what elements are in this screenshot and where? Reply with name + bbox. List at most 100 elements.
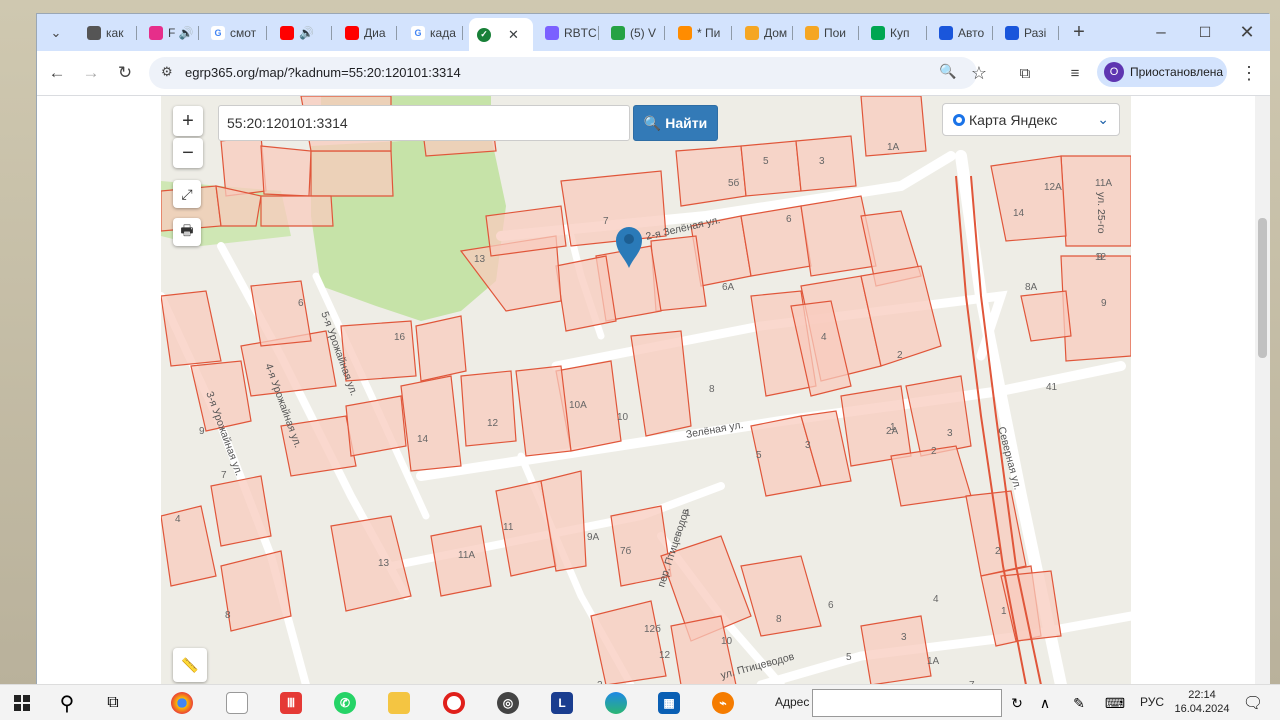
store-icon[interactable]: ▦	[652, 689, 686, 717]
parcel-number: 8	[709, 384, 715, 395]
map-layer-select[interactable]: Карта Яндекс ⌄	[942, 103, 1120, 136]
maximize-button[interactable]: ☐	[1191, 18, 1219, 46]
parcel	[860, 615, 932, 685]
tab-label: Дом	[764, 26, 788, 40]
parcel-number: 12	[487, 418, 499, 429]
pen-icon[interactable]: ✎	[1062, 689, 1096, 717]
tab-13[interactable]: Авто	[931, 20, 993, 46]
parcel	[161, 505, 217, 587]
parcel-number: 7б	[620, 546, 632, 557]
favicon-icon: G	[211, 26, 225, 40]
tab-2[interactable]: Gсмот	[203, 20, 267, 46]
cadastral-search-input[interactable]: 55:20:120101:3314	[218, 105, 630, 141]
cadastral-map[interactable]: 5 3 1A 5б 7 6 13 6A 4 2 16 8 10A 10 12 14 6 9 9 7 1 3 2 5 3 4 11 11…	[161, 96, 1131, 685]
opera-icon[interactable]	[437, 689, 471, 717]
parcel	[740, 205, 812, 277]
scrollbar-thumb[interactable]	[1258, 218, 1267, 358]
tab-14[interactable]: Разі	[997, 20, 1059, 46]
parcel-number: 12б	[644, 624, 661, 635]
extensions-icon[interactable]: ⧉	[1011, 59, 1039, 87]
close-tab-icon[interactable]: ✕	[508, 27, 519, 43]
tab-0[interactable]: как	[79, 20, 137, 46]
parcel-number: 14	[1013, 208, 1025, 219]
address-bar[interactable]: ⚙ egrp365.org/map/?kadnum=55:20:120101:3…	[149, 57, 977, 89]
app-orange-icon[interactable]: ⌁	[706, 689, 740, 717]
forward-icon[interactable]: →	[77, 59, 105, 87]
new-tab-button[interactable]: +	[1065, 18, 1093, 46]
parcel-number: 12	[659, 650, 671, 661]
chrome-taskbar-icon[interactable]	[165, 689, 199, 717]
edge-icon[interactable]	[599, 689, 633, 717]
file-explorer-icon[interactable]	[382, 689, 416, 717]
app-l-icon[interactable]: L	[545, 689, 579, 717]
tray-expand-icon[interactable]: ∧	[1028, 689, 1062, 717]
tab-12[interactable]: Куп	[863, 20, 927, 46]
parcel-number: 6	[786, 214, 792, 225]
notifications-icon[interactable]: 🗨	[1236, 689, 1270, 717]
print-icon[interactable]: 🖶	[173, 218, 201, 246]
app-red-icon[interactable]: Ⅲ	[274, 689, 308, 717]
close-window-button[interactable]: ✕	[1233, 18, 1261, 46]
page-scrollbar[interactable]	[1255, 96, 1270, 685]
parcel-number: 6A	[722, 282, 735, 293]
keyboard-icon[interactable]: ⌨	[1098, 689, 1132, 717]
zoom-out-button[interactable]: −	[173, 138, 203, 168]
parcel-number: 12A	[1044, 182, 1062, 193]
tab-label: как	[106, 26, 124, 40]
parcel-number: 3	[947, 428, 953, 439]
whatsapp-icon[interactable]: ✆	[328, 689, 362, 717]
profile-button[interactable]: О Приостановлена	[1097, 57, 1227, 87]
tab-1[interactable]: F 🔊	[141, 20, 199, 46]
parcel	[590, 600, 667, 685]
page-content: 5 3 1A 5б 7 6 13 6A 4 2 16 8 10A 10 12 14 6 9 9 7 1 3 2 5 3 4 11 11…	[37, 96, 1270, 685]
tab-8[interactable]: (5) V	[603, 20, 665, 46]
media-control-icon[interactable]: ≡	[1061, 59, 1089, 87]
app-spiral-icon[interactable]: ◎	[491, 689, 525, 717]
tab-label: Диа	[364, 26, 386, 40]
tab-label: када	[430, 26, 456, 40]
task-view-icon[interactable]: ⧉	[96, 689, 130, 717]
tab-6[interactable]: ✓ ✕	[469, 18, 533, 51]
tab-10[interactable]: Дом	[737, 20, 793, 46]
find-button[interactable]: 🔍 Найти	[633, 105, 718, 141]
parcel-number: 7	[603, 216, 609, 227]
site-info-icon[interactable]: ⚙	[161, 64, 173, 80]
tab-5[interactable]: Gкада	[403, 20, 463, 46]
parcel-number: 3	[901, 632, 907, 643]
browser-window: ⌄ как F 🔊 Gсмот 🔊 Диа Gкада ✓ ✕ RBTC (5) V * Пи Дом…	[36, 13, 1270, 685]
tab-7[interactable]: RBTC	[537, 20, 599, 46]
tab-3[interactable]: 🔊	[272, 20, 332, 46]
address-toolbar-input[interactable]	[812, 689, 1002, 717]
favicon-icon	[805, 26, 819, 40]
parcel-number: 9A	[587, 532, 600, 543]
search-icon: 🔍	[643, 114, 662, 131]
windows-start-icon[interactable]	[5, 689, 39, 717]
parcel	[260, 195, 334, 227]
parcel-number: 4	[821, 332, 827, 343]
minimize-button[interactable]: –	[1147, 18, 1175, 46]
file-icon[interactable]	[220, 689, 254, 717]
menu-kebab-icon[interactable]: ⋮	[1235, 59, 1263, 87]
clock[interactable]: 22:14 16.04.2024	[1172, 688, 1232, 716]
chevron-down-icon: ⌄	[1097, 111, 1109, 127]
parcel	[1060, 255, 1131, 362]
language-indicator[interactable]: РУС	[1140, 695, 1164, 709]
zoom-icon[interactable]: 🔍	[939, 63, 956, 80]
bookmark-star-icon[interactable]: ☆	[965, 59, 993, 87]
parcel	[220, 550, 292, 632]
parcel-number: 1A	[927, 656, 940, 667]
tab-search-chevron-icon[interactable]: ⌄	[42, 19, 70, 47]
map-canvas[interactable]	[161, 96, 1131, 685]
zoom-in-button[interactable]: +	[173, 106, 203, 136]
tab-4[interactable]: Диа	[337, 20, 397, 46]
ruler-icon[interactable]: 📏	[173, 648, 207, 682]
tab-9[interactable]: * Пи	[670, 20, 732, 46]
tab-11[interactable]: Пои	[797, 20, 859, 46]
fullscreen-icon[interactable]: ⤢	[173, 180, 201, 208]
reload-icon[interactable]: ↻	[111, 59, 139, 87]
back-icon[interactable]: ←	[43, 59, 71, 87]
search-icon[interactable]: ⚲	[50, 689, 84, 717]
parcel-number: 11A	[1095, 178, 1113, 189]
url-text: egrp365.org/map/?kadnum=55:20:120101:331…	[185, 65, 461, 80]
tab-label: (5) V	[630, 26, 657, 40]
